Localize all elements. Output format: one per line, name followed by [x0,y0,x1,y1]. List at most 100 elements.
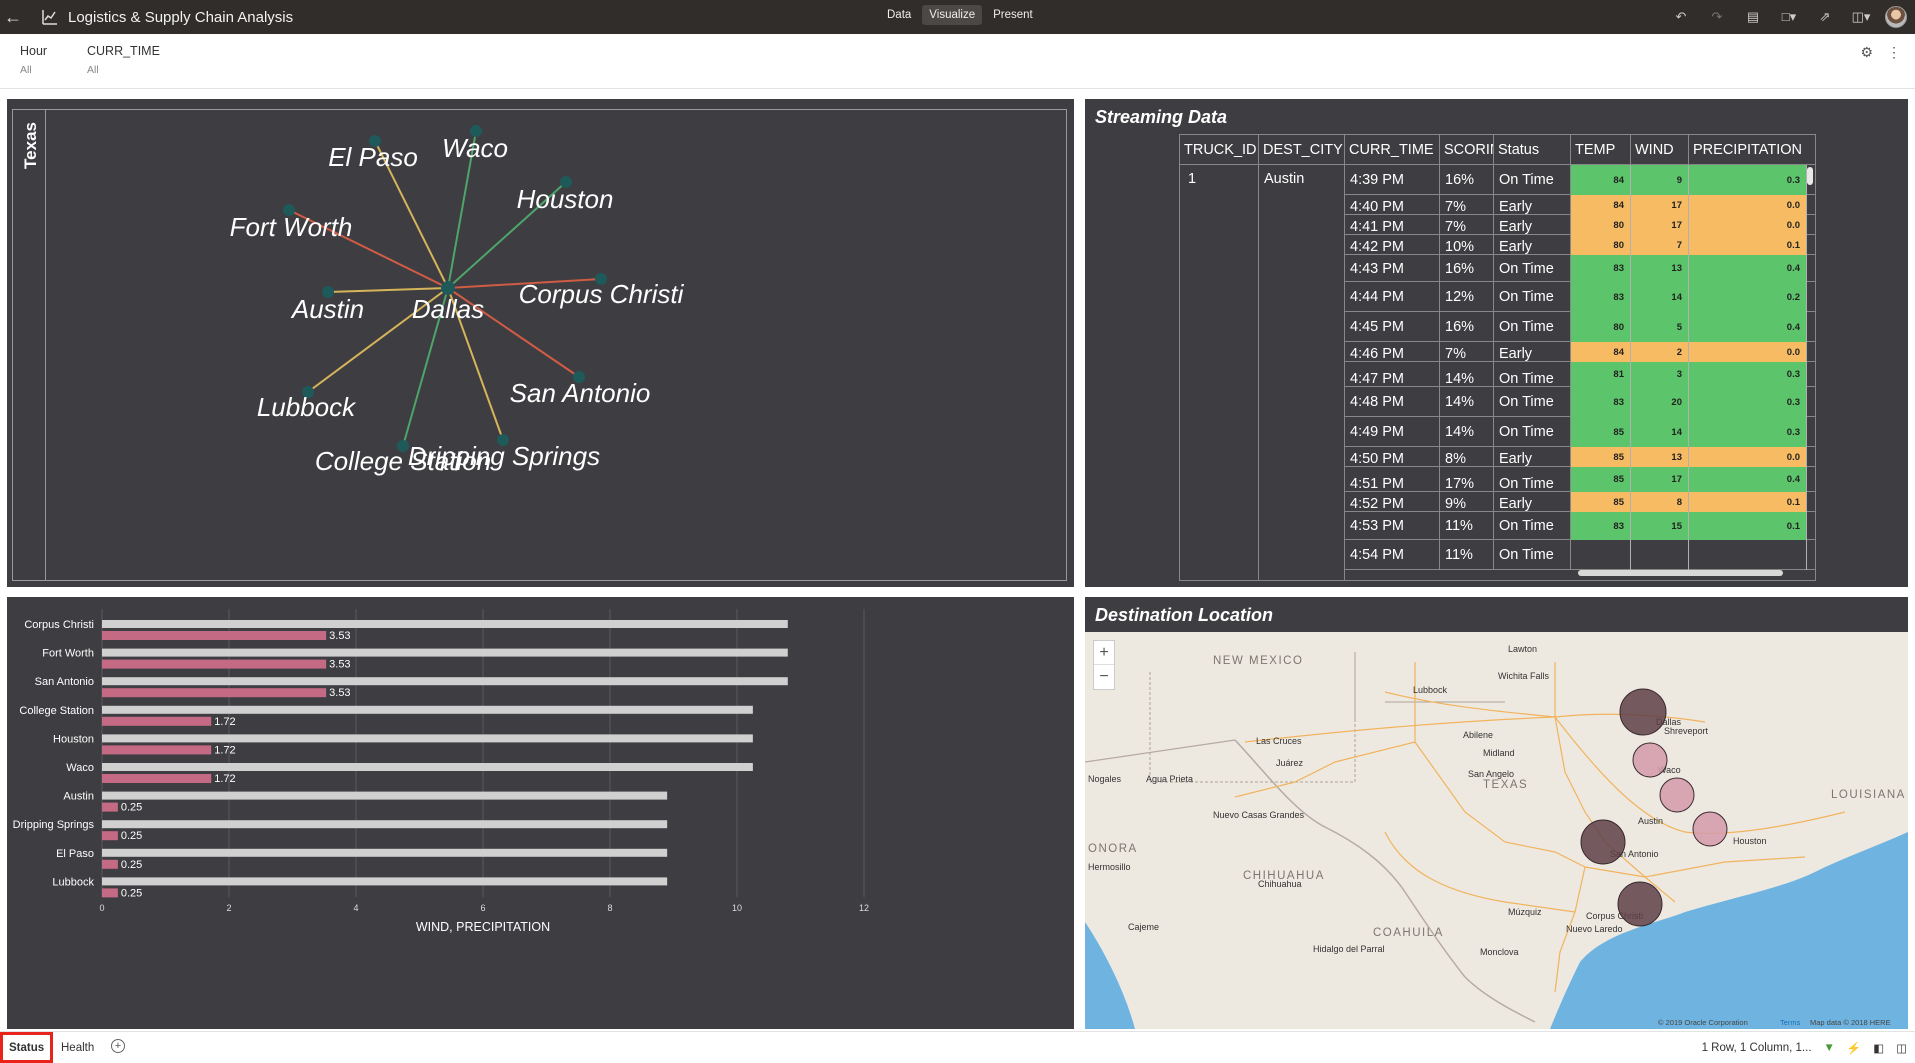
table-row[interactable]: 4:50 PM 8% Early 85 13 0.0 [1345,447,1815,467]
x-tick-5: 10 [732,903,742,913]
bar-chart-tile[interactable]: 0 2 4 6 8 10 12 Corpus Christi 3.53 Fort Worth 3.5… [7,597,1074,1029]
status-cell: Early [1494,235,1571,255]
status-cell: Early [1494,215,1571,235]
category-label-3: College Station [19,705,94,717]
bar-wind-9 [102,877,668,886]
vertical-scrollbar[interactable] [1807,167,1813,185]
mode-visualize[interactable]: Visualize [922,5,983,25]
table-row[interactable]: 4:44 PM 12% On Time 83 14 0.2 [1345,282,1815,312]
score-cell: 8% [1440,447,1494,467]
network-graph[interactable]: El Paso Waco Houston Fort Worth Corpus Chris… [13,110,1066,580]
column-header[interactable]: SCORIN [1440,135,1494,164]
map-canvas[interactable]: LawtonNEW MEXICOWichita FallsLubbockDall… [1085,632,1908,1029]
column-header[interactable]: WIND [1631,135,1689,164]
table-row[interactable]: 4:47 PM 14% On Time 81 3 0.3 [1345,362,1815,387]
network-graph-tile[interactable]: Texas El Paso Waco Houston Fort Worth Corpus… [7,99,1074,587]
auto-apply-icon[interactable]: ⚡ [1847,1041,1861,1055]
column-header[interactable]: DEST_CITY [1259,135,1345,164]
wind-cell: 2 [1631,342,1689,362]
x-tick-6: 12 [859,903,869,913]
column-header[interactable]: TRUCK_ID [1180,135,1259,164]
category-label-9: Lubbock [52,876,94,888]
mode-data[interactable]: Data [880,5,918,25]
category-label-5: Waco [66,762,94,774]
bar-chart[interactable]: 0 2 4 6 8 10 12 Corpus Christi 3.53 Fort Worth 3.5… [7,597,1074,1029]
streaming-data-tile[interactable]: Streaming Data TRUCK_ID DEST_CITY CURR_TIM… [1085,99,1908,587]
wind-cell: 14 [1631,282,1689,312]
comments-icon[interactable]: □▾ [1771,0,1807,34]
split-view-icon[interactable]: ◫ [1896,1041,1907,1055]
map-terms-link[interactable]: Terms [1780,1018,1801,1027]
table-row[interactable]: 4:52 PM 9% Early 85 8 0.1 [1345,492,1815,512]
time-cell: 4:50 PM [1345,447,1440,467]
map-tile[interactable]: Destination Location Lawton NEW MEXICO Wic… [1085,597,1908,1029]
table-row[interactable]: 4:42 PM 10% Early 80 7 0.1 [1345,235,1815,255]
table-row[interactable]: 4:43 PM 16% On Time 83 13 0.4 [1345,255,1815,282]
column-header[interactable]: PRECIPITATION [1689,135,1815,164]
undo-icon[interactable]: ↶ [1663,0,1699,34]
refresh-data-icon[interactable]: ▤ [1735,0,1771,34]
time-cell: 4:43 PM [1345,255,1440,282]
more-menu-icon[interactable]: ⋮ [1887,44,1901,61]
table-row[interactable]: 4:49 PM 14% On Time 85 14 0.3 [1345,417,1815,447]
filter-hour[interactable]: Hour All [20,44,47,76]
add-canvas-icon[interactable]: + [111,1039,125,1053]
horizontal-scrollbar[interactable] [1578,570,1783,576]
map-label-5: Shreveport [1664,726,1709,736]
filter-settings-icon[interactable]: ⚙ [1860,44,1873,61]
panel-toggle-icon[interactable]: ◧ [1873,1041,1884,1055]
bar-wind-1 [102,648,788,657]
map-area[interactable]: Lawton NEW MEXICO Wichita Falls Lubbock Dall… [1085,632,1908,1029]
map-bubble-2 [1659,777,1695,813]
toolbar-right: ↶ ↷ ▤ □▾ ⇗ ◫▾ [1663,0,1915,34]
back-arrow-icon[interactable]: ← [0,0,26,34]
map-label-2: Wichita Falls [1498,671,1550,681]
column-header[interactable]: Status [1494,135,1571,164]
filter-curr-time-value: All [87,64,99,76]
table-header: TRUCK_IDDEST_CITYCURR_TIMESCORINStatusTE… [1180,135,1815,165]
table-row[interactable]: 4:53 PM 11% On Time 83 15 0.1 [1345,512,1815,540]
tab-health[interactable]: Health [55,1032,100,1063]
time-cell: 4:42 PM [1345,235,1440,255]
category-label-2: San Antonio [35,676,94,688]
table-row[interactable]: 4:40 PM 7% Early 84 17 0.0 [1345,195,1815,215]
zoom-out-button[interactable]: − [1094,665,1114,689]
column-header[interactable]: TEMP [1571,135,1631,164]
column-header[interactable]: CURR_TIME [1345,135,1440,164]
user-avatar[interactable] [1885,6,1907,28]
canvas-tabs-bar: Status Health + 1 Row, 1 Column, 1... ▼ … [0,1031,1915,1063]
table-row[interactable]: 4:51 PM 17% On Time 85 17 0.4 [1345,467,1815,492]
bar-precip-5 [102,774,212,783]
table-row[interactable]: 4:46 PM 7% Early 84 2 0.0 [1345,342,1815,362]
table-row[interactable]: 4:41 PM 7% Early 80 17 0.0 [1345,215,1815,235]
zoom-in-button[interactable]: + [1094,641,1114,665]
table-row[interactable]: 4:48 PM 14% On Time 83 20 0.3 [1345,387,1815,417]
score-cell: 16% [1440,312,1494,342]
score-cell: 10% [1440,235,1494,255]
table-row[interactable]: 4:45 PM 16% On Time 80 5 0.4 [1345,312,1815,342]
precip-cell: 0.3 [1689,165,1807,195]
wind-cell: 13 [1631,447,1689,467]
bar-wind-6 [102,791,668,800]
filter-curr-time[interactable]: CURR_TIME All [87,44,160,76]
road-5 [1584,856,1806,878]
truck-id-cell: 1 [1180,165,1259,580]
table-row[interactable]: 4:54 PM 11% On Time [1345,540,1815,570]
node-label-2: Houston [517,184,614,214]
category-label-1: Fort Worth [42,648,94,660]
redo-icon[interactable]: ↷ [1699,0,1735,34]
bar-precip-9 [102,888,118,898]
streaming-table[interactable]: TRUCK_IDDEST_CITYCURR_TIMESCORINStatusTE… [1179,134,1816,581]
filter-indicator-icon[interactable]: ▼ [1824,1042,1835,1054]
tab-status[interactable]: Status [0,1032,54,1063]
data-label-2: 3.53 [329,687,350,699]
mode-present[interactable]: Present [986,5,1040,25]
map-label-23: Chihuahua [1258,879,1302,889]
score-cell: 9% [1440,492,1494,512]
save-icon[interactable]: ◫▾ [1843,0,1879,34]
temp-cell: 80 [1571,312,1631,342]
table-row[interactable]: 4:39 PM 16% On Time 84 9 0.3 [1345,165,1815,195]
mode-switcher: Data Visualize Present [880,5,1040,25]
status-cell: On Time [1494,540,1571,570]
export-icon[interactable]: ⇗ [1807,0,1843,34]
